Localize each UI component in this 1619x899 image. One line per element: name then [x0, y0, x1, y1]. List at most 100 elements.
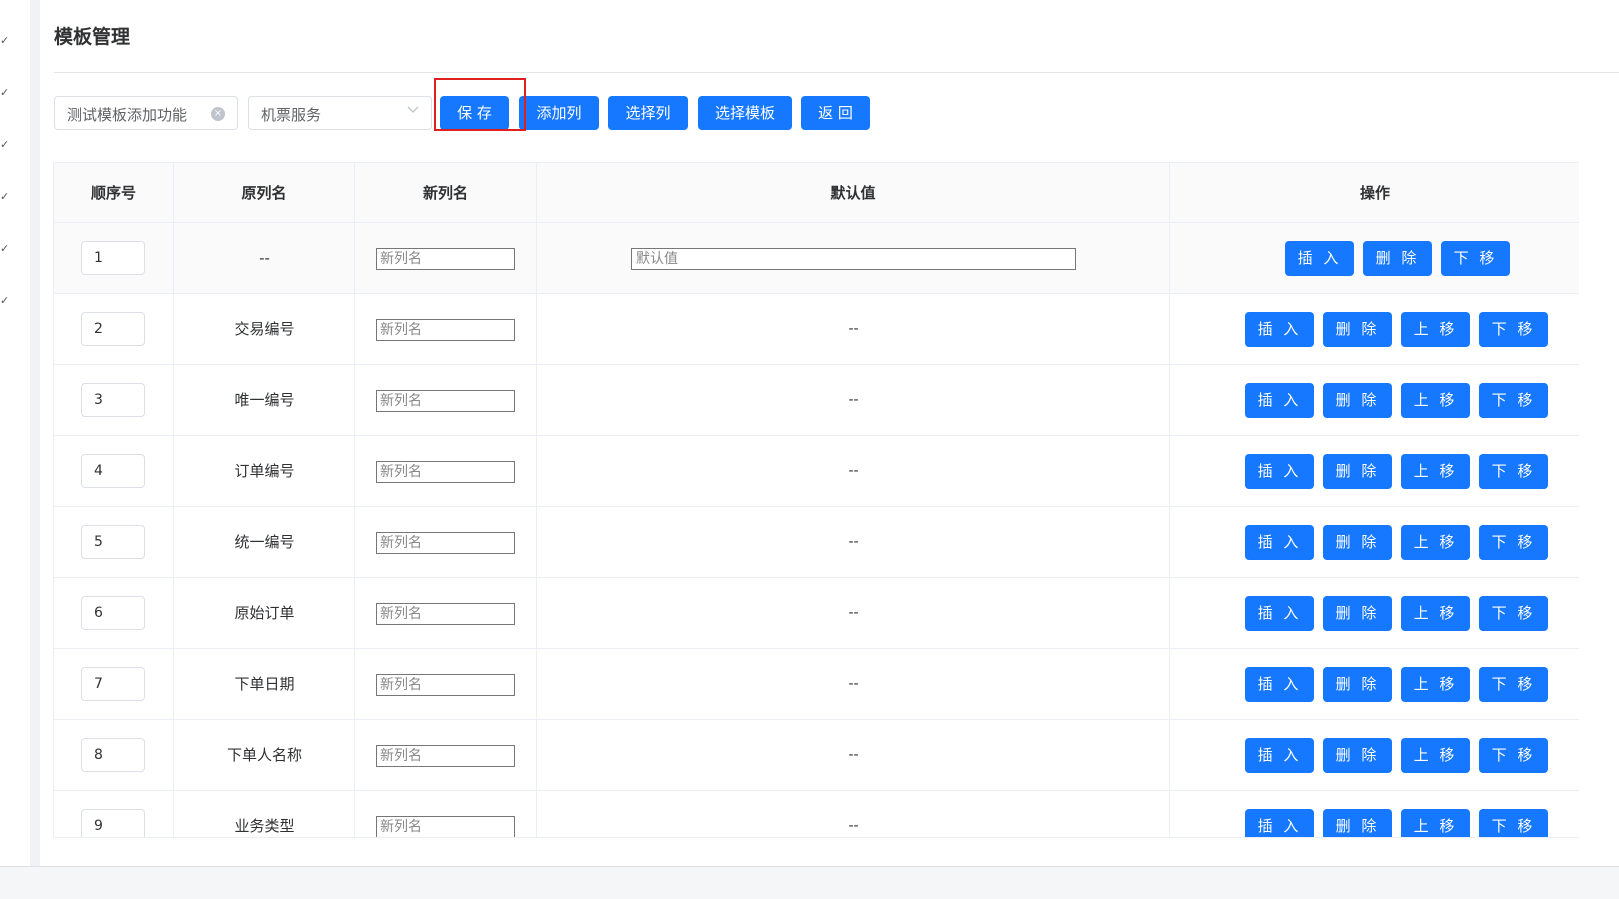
new-column-input[interactable]: 新列名	[376, 674, 515, 696]
header-orig: 原列名	[174, 163, 355, 223]
chevron-icon[interactable]: ✓	[0, 138, 10, 151]
column-table: 顺序号 原列名 新列名 默认值 操作 1 -- 新列名 默认值插 入删 除下 移 2 交易…	[53, 162, 1579, 838]
insert-button[interactable]: 插 入	[1245, 454, 1314, 489]
table-row: 3 唯一编号 新列名 -- 插 入删 除上 移下 移	[54, 365, 1579, 436]
orig-name: 下单日期	[234, 675, 295, 693]
delete-button[interactable]: 删 除	[1363, 241, 1432, 276]
insert-button[interactable]: 插 入	[1245, 809, 1314, 837]
down-button[interactable]: 下 移	[1441, 241, 1510, 276]
up-button[interactable]: 上 移	[1401, 383, 1470, 418]
chevron-icon[interactable]: ✓	[0, 86, 10, 99]
seq-input[interactable]: 6	[81, 596, 145, 630]
up-button[interactable]: 上 移	[1401, 809, 1470, 837]
insert-button[interactable]: 插 入	[1245, 525, 1314, 560]
chevron-icon[interactable]: ✓	[0, 242, 10, 255]
orig-name: 交易编号	[234, 320, 295, 338]
divider	[54, 72, 1619, 73]
select-template-button[interactable]: 选择模板	[698, 96, 792, 130]
orig-name: 原始订单	[234, 604, 295, 622]
chevron-icon[interactable]: ✓	[0, 34, 10, 47]
orig-name: 统一编号	[234, 533, 295, 551]
down-button[interactable]: 下 移	[1479, 454, 1548, 489]
select-column-button[interactable]: 选择列	[608, 96, 688, 130]
orig-name: 下单人名称	[226, 746, 302, 764]
delete-button[interactable]: 删 除	[1323, 738, 1392, 773]
delete-button[interactable]: 删 除	[1323, 454, 1392, 489]
table-row: 8 下单人名称 新列名 -- 插 入删 除上 移下 移	[54, 720, 1579, 791]
down-button[interactable]: 下 移	[1479, 809, 1548, 837]
new-column-input[interactable]: 新列名	[376, 461, 515, 483]
delete-button[interactable]: 删 除	[1323, 667, 1392, 702]
back-button[interactable]: 返 回	[801, 96, 870, 130]
default-value: --	[848, 534, 859, 550]
insert-button[interactable]: 插 入	[1245, 312, 1314, 347]
table-row: 4 订单编号 新列名 -- 插 入删 除上 移下 移	[54, 436, 1579, 507]
new-column-input[interactable]: 新列名	[376, 532, 515, 554]
default-value: --	[848, 392, 859, 408]
up-button[interactable]: 上 移	[1401, 738, 1470, 773]
down-button[interactable]: 下 移	[1479, 312, 1548, 347]
clear-icon[interactable]: ×	[211, 107, 225, 121]
delete-button[interactable]: 删 除	[1323, 809, 1392, 837]
orig-name: 业务类型	[234, 817, 295, 835]
header-ops: 操作	[1170, 163, 1579, 223]
orig-name: 唯一编号	[234, 391, 295, 409]
service-select[interactable]: 机票服务	[248, 96, 432, 130]
insert-button[interactable]: 插 入	[1285, 241, 1354, 276]
default-value: --	[848, 463, 859, 479]
orig-name: --	[259, 249, 270, 267]
insert-button[interactable]: 插 入	[1245, 383, 1314, 418]
up-button[interactable]: 上 移	[1401, 525, 1470, 560]
up-button[interactable]: 上 移	[1401, 596, 1470, 631]
down-button[interactable]: 下 移	[1479, 525, 1548, 560]
chevron-icon[interactable]: ✓	[0, 294, 10, 307]
bottom-bar	[0, 866, 1619, 899]
default-value-input[interactable]: 默认值	[631, 248, 1076, 270]
template-name-input[interactable]: 测试模板添加功能 ×	[54, 96, 238, 130]
save-button[interactable]: 保 存	[440, 96, 509, 130]
down-button[interactable]: 下 移	[1479, 738, 1548, 773]
seq-input[interactable]: 7	[81, 667, 145, 701]
header-default: 默认值	[537, 163, 1170, 223]
table-row: 9 业务类型 新列名 -- 插 入删 除上 移下 移	[54, 791, 1579, 837]
delete-button[interactable]: 删 除	[1323, 383, 1392, 418]
down-button[interactable]: 下 移	[1479, 383, 1548, 418]
seq-input[interactable]: 3	[81, 383, 145, 417]
new-column-input[interactable]: 新列名	[376, 390, 515, 412]
up-button[interactable]: 上 移	[1401, 667, 1470, 702]
left-sidebar-strip: ✓ ✓ ✓ ✓ ✓ ✓	[0, 0, 30, 899]
default-value: --	[848, 818, 859, 834]
table-row: 2 交易编号 新列名 -- 插 入删 除上 移下 移	[54, 294, 1579, 365]
seq-input[interactable]: 9	[81, 809, 145, 837]
seq-input[interactable]: 4	[81, 454, 145, 488]
seq-input[interactable]: 1	[81, 241, 145, 275]
new-column-input[interactable]: 新列名	[376, 248, 515, 270]
insert-button[interactable]: 插 入	[1245, 596, 1314, 631]
new-column-input[interactable]: 新列名	[376, 745, 515, 767]
add-column-button[interactable]: 添加列	[519, 96, 599, 130]
template-name-value: 测试模板添加功能	[67, 106, 188, 124]
page-title: 模板管理	[54, 26, 131, 48]
down-button[interactable]: 下 移	[1479, 596, 1548, 631]
table-row: 1 -- 新列名 默认值 插 入删 除下 移	[54, 223, 1579, 294]
delete-button[interactable]: 删 除	[1323, 596, 1392, 631]
header-seq: 顺序号	[54, 163, 174, 223]
orig-name: 订单编号	[234, 462, 295, 480]
insert-button[interactable]: 插 入	[1245, 738, 1314, 773]
chevron-down-icon	[407, 106, 419, 113]
new-column-input[interactable]: 新列名	[376, 319, 515, 341]
up-button[interactable]: 上 移	[1401, 454, 1470, 489]
seq-input[interactable]: 8	[81, 738, 145, 772]
insert-button[interactable]: 插 入	[1245, 667, 1314, 702]
seq-input[interactable]: 2	[81, 312, 145, 346]
seq-input[interactable]: 5	[81, 525, 145, 559]
new-column-input[interactable]: 新列名	[376, 816, 515, 837]
up-button[interactable]: 上 移	[1401, 312, 1470, 347]
down-button[interactable]: 下 移	[1479, 667, 1548, 702]
delete-button[interactable]: 删 除	[1323, 312, 1392, 347]
new-column-input[interactable]: 新列名	[376, 603, 515, 625]
delete-button[interactable]: 删 除	[1323, 525, 1392, 560]
table-row: 5 统一编号 新列名 -- 插 入删 除上 移下 移	[54, 507, 1579, 578]
default-value: --	[848, 747, 859, 763]
chevron-icon[interactable]: ✓	[0, 190, 10, 203]
